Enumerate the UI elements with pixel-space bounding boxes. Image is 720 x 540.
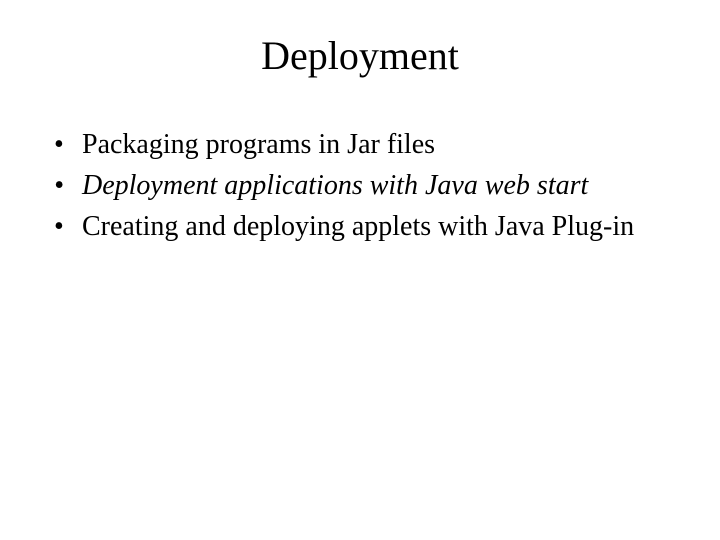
bullet-list: Packaging programs in Jar files Deployme… [54, 127, 680, 244]
bullet-text: Packaging programs in Jar files [82, 129, 435, 160]
list-item: Packaging programs in Jar files [54, 127, 680, 162]
bullet-text: Deployment applications with Java web st… [82, 170, 588, 201]
slide-body: Packaging programs in Jar files Deployme… [0, 79, 720, 244]
slide: Deployment Packaging programs in Jar fil… [0, 0, 720, 540]
slide-title: Deployment [0, 0, 720, 79]
bullet-text: Creating and deploying applets with Java… [82, 211, 634, 242]
list-item: Creating and deploying applets with Java… [54, 209, 680, 244]
list-item: Deployment applications with Java web st… [54, 168, 680, 203]
